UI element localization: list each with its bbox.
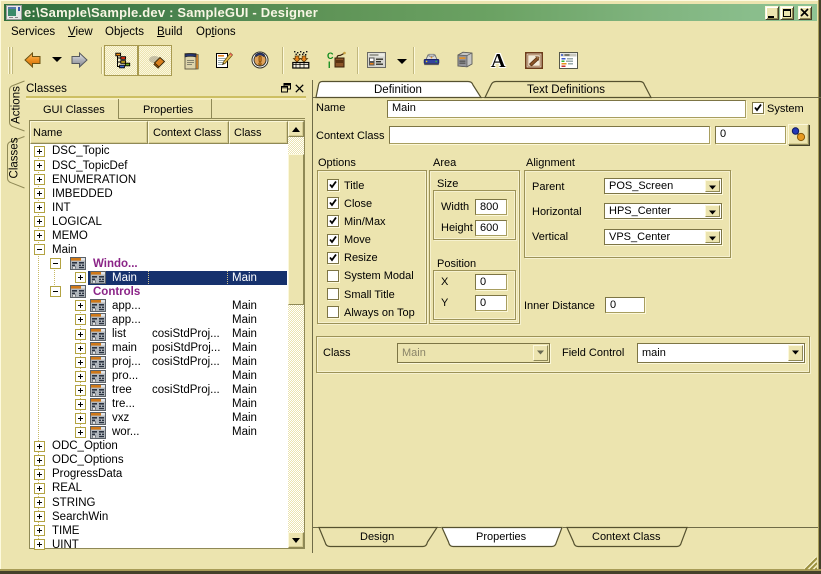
svg-text:I: I	[328, 60, 331, 69]
